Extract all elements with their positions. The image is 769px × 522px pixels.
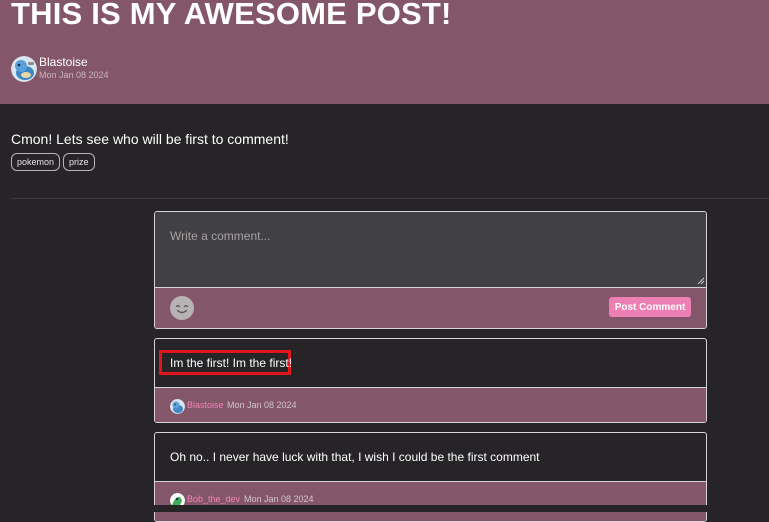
comment-text: Im the first! Im the first!: [170, 356, 293, 370]
tag-prize[interactable]: prize: [63, 153, 95, 171]
comment-meta: Bob_the_dev Mon Jan 08 2024: [155, 481, 706, 521]
avatar[interactable]: [11, 56, 37, 82]
comment-date: Mon Jan 08 2024: [244, 494, 314, 504]
author-name[interactable]: Blastoise: [39, 55, 88, 69]
comment-avatar[interactable]: [170, 399, 185, 414]
divider: [11, 198, 769, 199]
emoji-button[interactable]: [170, 296, 194, 320]
comment-date: Mon Jan 08 2024: [227, 400, 297, 410]
tag-pokemon[interactable]: pokemon: [11, 153, 61, 171]
comment-form-footer: Post Comment: [155, 288, 706, 328]
blastoise-avatar-icon: [11, 56, 37, 82]
comment-form: Post Comment: [154, 211, 707, 329]
resize-grip-icon[interactable]: [697, 277, 705, 285]
comment-meta: Blastoise Mon Jan 08 2024: [155, 387, 706, 422]
post-date: Mon Jan 08 2024: [39, 70, 109, 80]
post-header: THIS IS MY AWESOME POST! Blastoise Mon J…: [0, 0, 769, 104]
post-body: Cmon! Lets see who will be first to comm…: [11, 131, 289, 147]
comment-content: Im the first! Im the first!: [155, 339, 706, 387]
comment-username[interactable]: Blastoise: [187, 400, 224, 410]
comment-username[interactable]: Bob_the_dev: [187, 494, 240, 504]
comment-input[interactable]: [155, 212, 706, 288]
smiley-face-icon: [175, 305, 189, 314]
blastoise-avatar-icon: [170, 399, 185, 414]
comment-content: Oh no.. I never have luck with that, I w…: [155, 433, 706, 481]
comment-text: Oh no.. I never have luck with that, I w…: [170, 450, 540, 464]
page-bottom: [0, 505, 769, 512]
post-comment-button[interactable]: Post Comment: [609, 297, 691, 317]
tag-list: pokemon prize: [11, 153, 95, 171]
comment-card: Im the first! Im the first! Blastoise Mo…: [154, 338, 707, 423]
post-title: THIS IS MY AWESOME POST!: [11, 0, 452, 31]
